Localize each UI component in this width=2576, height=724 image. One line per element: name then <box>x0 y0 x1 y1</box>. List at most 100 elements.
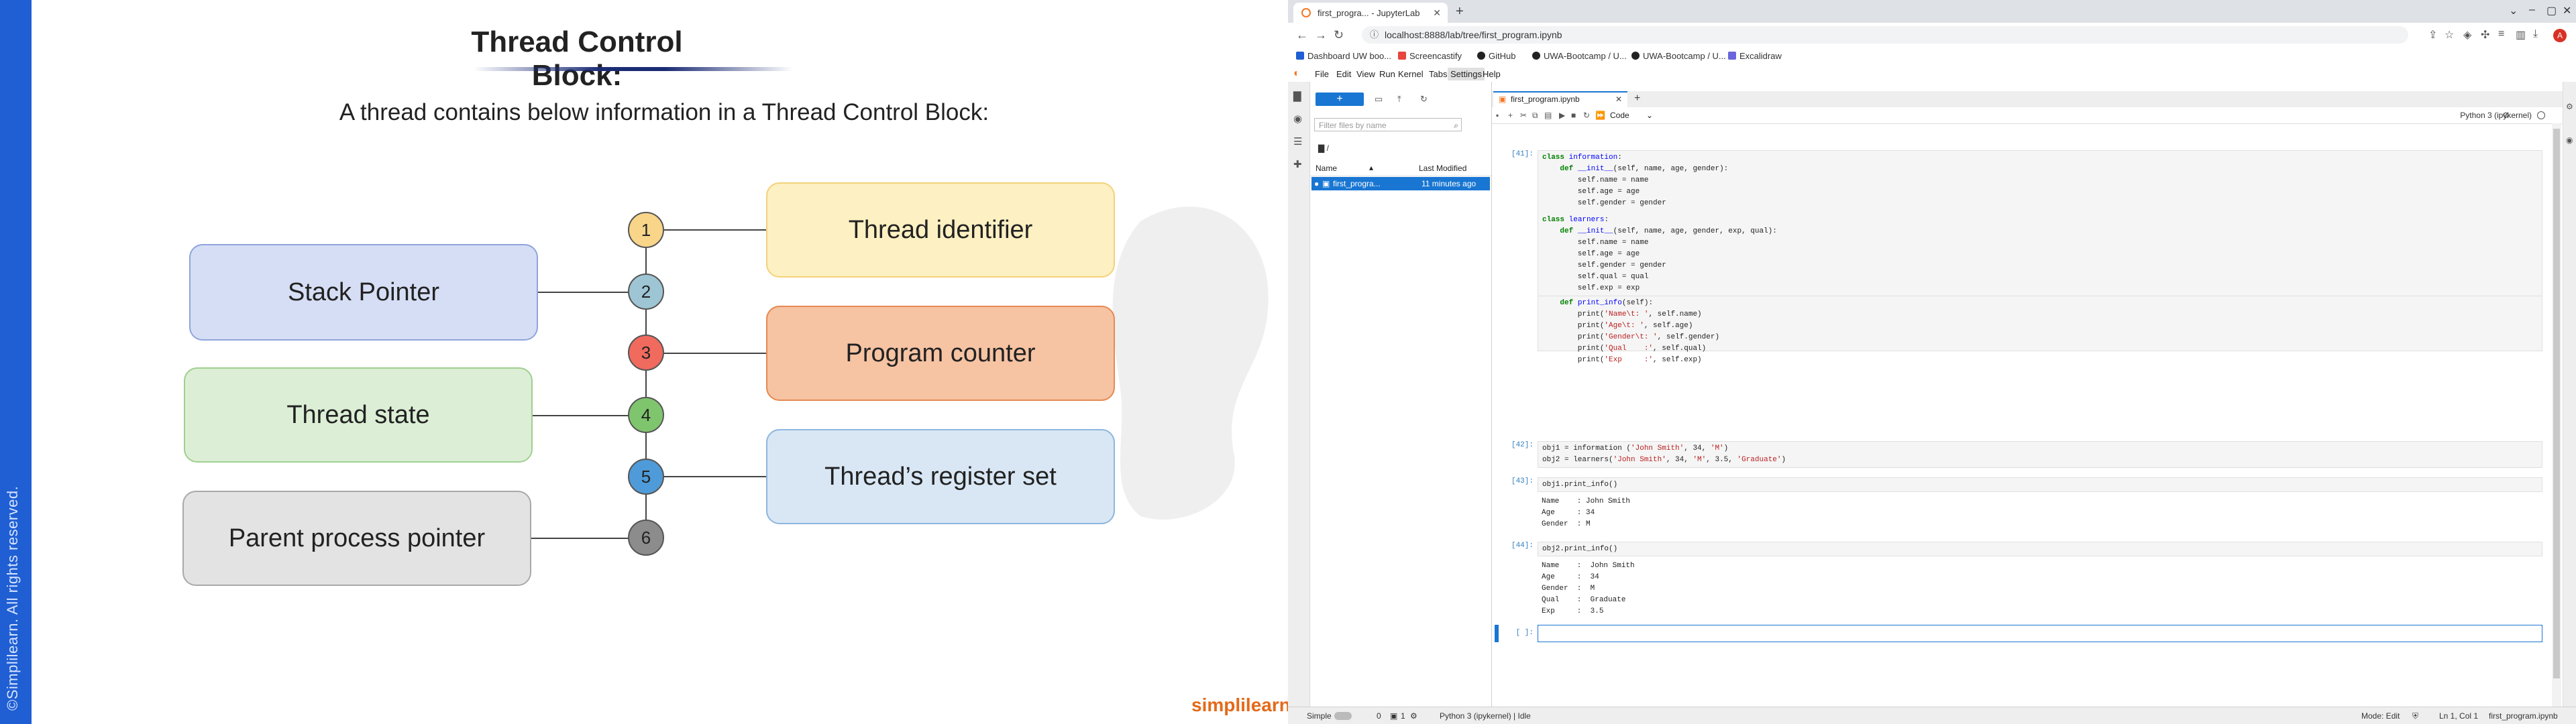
notebook-tab-title: first_program.ipynb <box>1511 95 1580 104</box>
restart-icon[interactable]: ↻ <box>1583 111 1590 120</box>
info-icon: ⓘ <box>1370 29 1379 40</box>
stop-icon[interactable]: ■ <box>1571 111 1576 120</box>
notebook-tab-bar: ▣ first_program.ipynb ✕ + <box>1492 91 2563 108</box>
copy-icon[interactable]: ⧉ <box>1532 111 1538 121</box>
new-launcher-tab-icon[interactable]: + <box>1634 93 1640 105</box>
bookmark-item[interactable]: Dashboard UW boo... <box>1296 51 1391 61</box>
kernel-name[interactable]: Python 3 (ipykernel) <box>2460 111 2532 120</box>
github-icon <box>1477 52 1485 60</box>
kernels-count: 1 <box>1401 711 1405 721</box>
menu-tabs[interactable]: Tabs <box>1429 69 1447 79</box>
extension-manager-icon[interactable]: ✚ <box>1293 158 1302 170</box>
bookmark-label: Excalidraw <box>1739 51 1782 61</box>
share-icon[interactable]: ⇪ <box>2428 28 2437 42</box>
sidepanel-icon[interactable]: ▥ <box>2516 28 2526 42</box>
bookmark-label: UWA-Bootcamp / U... <box>1643 51 1726 61</box>
star-icon[interactable]: ☆ <box>2445 28 2454 42</box>
menu-edit[interactable]: Edit <box>1336 69 1351 79</box>
minimize-icon[interactable]: – <box>2529 4 2535 16</box>
scrollbar-thumb[interactable] <box>2553 129 2560 678</box>
code-input[interactable]: def print_info(self): print('Name\t: ', … <box>1538 296 2542 364</box>
profile-avatar[interactable]: A <box>2553 29 2567 42</box>
close-notebook-icon[interactable]: ✕ <box>1615 93 1622 106</box>
maximize-icon[interactable]: ▢ <box>2546 4 2557 17</box>
chevron-down-icon[interactable]: ⌄ <box>2509 4 2518 17</box>
puzzle-icon[interactable]: ✣ <box>2481 28 2489 42</box>
folder-icon[interactable]: ▇ <box>1293 90 1301 102</box>
bookmark-item[interactable]: GitHub <box>1477 51 1515 61</box>
file-list-header: Name ▴ Last Modified <box>1310 161 1491 176</box>
notebook-scrollbar[interactable] <box>2552 123 2561 707</box>
reading-list-icon[interactable]: ≡ <box>2498 28 2504 40</box>
bookmark-item[interactable]: UWA-Bootcamp / U... <box>1631 51 1726 61</box>
cut-icon[interactable]: ✂ <box>1520 111 1527 120</box>
search-icon: ⌕ <box>1454 121 1458 130</box>
upload-icon[interactable]: ⤒ <box>1397 94 1401 105</box>
status-bar: Simple 0 ▣ 1 ⚙ Python 3 (ipykernel) | Id… <box>1288 707 2576 724</box>
simple-mode-label: Simple <box>1307 711 1332 721</box>
back-arrow-icon[interactable]: ← <box>1296 28 1308 42</box>
cell-prompt: [44]: <box>1511 542 1534 550</box>
menu-view[interactable]: View <box>1356 69 1375 79</box>
menu-run[interactable]: Run <box>1379 69 1395 79</box>
bookmark-item[interactable]: Screencastify <box>1398 51 1462 61</box>
gear-icon[interactable]: ⚙ <box>1410 711 1417 721</box>
box-program-counter: Program counter <box>766 306 1115 401</box>
cell-type-select[interactable]: Code ⌄ <box>1610 109 1661 121</box>
table-of-contents-icon[interactable]: ☰ <box>1293 135 1302 147</box>
cursor-position[interactable]: Ln 1, Col 1 <box>2439 711 2478 721</box>
column-name-header[interactable]: Name <box>1316 164 1337 173</box>
browser-tab-jupyterlab[interactable]: first_progra... - JupyterLab ✕ <box>1293 3 1448 23</box>
menu-kernel[interactable]: Kernel <box>1398 69 1424 79</box>
code-input-empty[interactable] <box>1538 625 2542 642</box>
download-icon[interactable]: ⤓ <box>2533 28 2538 40</box>
notebook-tab[interactable]: ▣ first_program.ipynb ✕ <box>1493 91 1627 107</box>
bookmark-item[interactable]: Excalidraw <box>1728 51 1782 61</box>
filter-files-input[interactable]: Filter files by name ⌕ <box>1314 118 1462 131</box>
forward-arrow-icon[interactable]: → <box>1315 28 1327 42</box>
file-name: first_progra... <box>1333 179 1381 188</box>
menu-file[interactable]: File <box>1315 69 1329 79</box>
code-input[interactable]: obj2.print_info() <box>1538 542 2542 556</box>
save-icon[interactable]: ▪ <box>1496 111 1499 120</box>
new-tab-icon[interactable]: + <box>1456 4 1464 19</box>
breadcrumb[interactable]: ▇ / <box>1318 143 1329 153</box>
simple-mode-toggle[interactable]: Simple <box>1307 711 1352 721</box>
code-input[interactable]: obj1 = information ('John Smith', 34, 'M… <box>1538 441 2542 468</box>
code-input[interactable]: class learners: def __init__(self, name,… <box>1538 213 2542 296</box>
reload-icon[interactable]: ↻ <box>1334 28 1344 42</box>
close-tab-icon[interactable]: ✕ <box>1433 7 1441 19</box>
browser-tab-strip: first_progra... - JupyterLab ✕ + ⌄ – ▢ ✕ <box>1288 0 2576 23</box>
close-window-icon[interactable]: ✕ <box>2563 4 2571 17</box>
run-icon[interactable]: ▶ <box>1559 111 1565 120</box>
new-launcher-button[interactable]: + <box>1316 93 1364 106</box>
running-dot-icon: ● <box>1314 179 1320 188</box>
url-bar[interactable]: ⓘ localhost:8888/lab/tree/first_program.… <box>1362 26 2408 44</box>
file-browser-panel: + ▭ ⤒ ↻ Filter files by name ⌕ ▇ / Name … <box>1310 82 1492 707</box>
running-icon[interactable]: ◉ <box>1293 113 1302 125</box>
notebook-icon: ▣ <box>1499 95 1507 104</box>
new-folder-icon[interactable]: ▭ <box>1375 94 1383 105</box>
bookmark-item[interactable]: UWA-Bootcamp / U... <box>1532 51 1627 61</box>
cell-type-value: Code <box>1610 111 1629 120</box>
presentation-slide: ©Simplilearn. All rights reserved. Threa… <box>0 0 1288 724</box>
menu-help[interactable]: Help <box>1483 69 1501 79</box>
toggle-switch[interactable] <box>1334 712 1352 720</box>
add-cell-icon[interactable]: + <box>1508 111 1513 120</box>
paste-icon[interactable]: ▤ <box>1544 111 1552 120</box>
github-icon <box>1532 52 1540 60</box>
extension-icon[interactable]: ◈ <box>2463 28 2471 42</box>
column-modified-header[interactable]: Last Modified <box>1419 164 1466 173</box>
kernel-status[interactable]: Python 3 (ipykernel) | Idle <box>1440 711 1531 721</box>
fast-forward-icon[interactable]: ⏩ <box>1595 111 1605 120</box>
file-row[interactable]: ● ▣ first_progra... 11 minutes ago <box>1311 177 1490 190</box>
cell-prompt: [ ]: <box>1515 629 1534 637</box>
debugger-icon[interactable]: ◉ <box>2566 135 2573 145</box>
code-input[interactable]: obj1.print_info() <box>1538 477 2542 492</box>
cell-prompt: [43]: <box>1511 477 1534 485</box>
refresh-icon[interactable]: ↻ <box>1420 94 1428 105</box>
property-inspector-icon[interactable]: ⚙ <box>2566 102 2573 111</box>
box-stack-pointer: Stack Pointer <box>189 244 538 341</box>
menu-settings[interactable]: Settings <box>1448 68 1485 80</box>
number-circle-6: 6 <box>628 520 664 556</box>
